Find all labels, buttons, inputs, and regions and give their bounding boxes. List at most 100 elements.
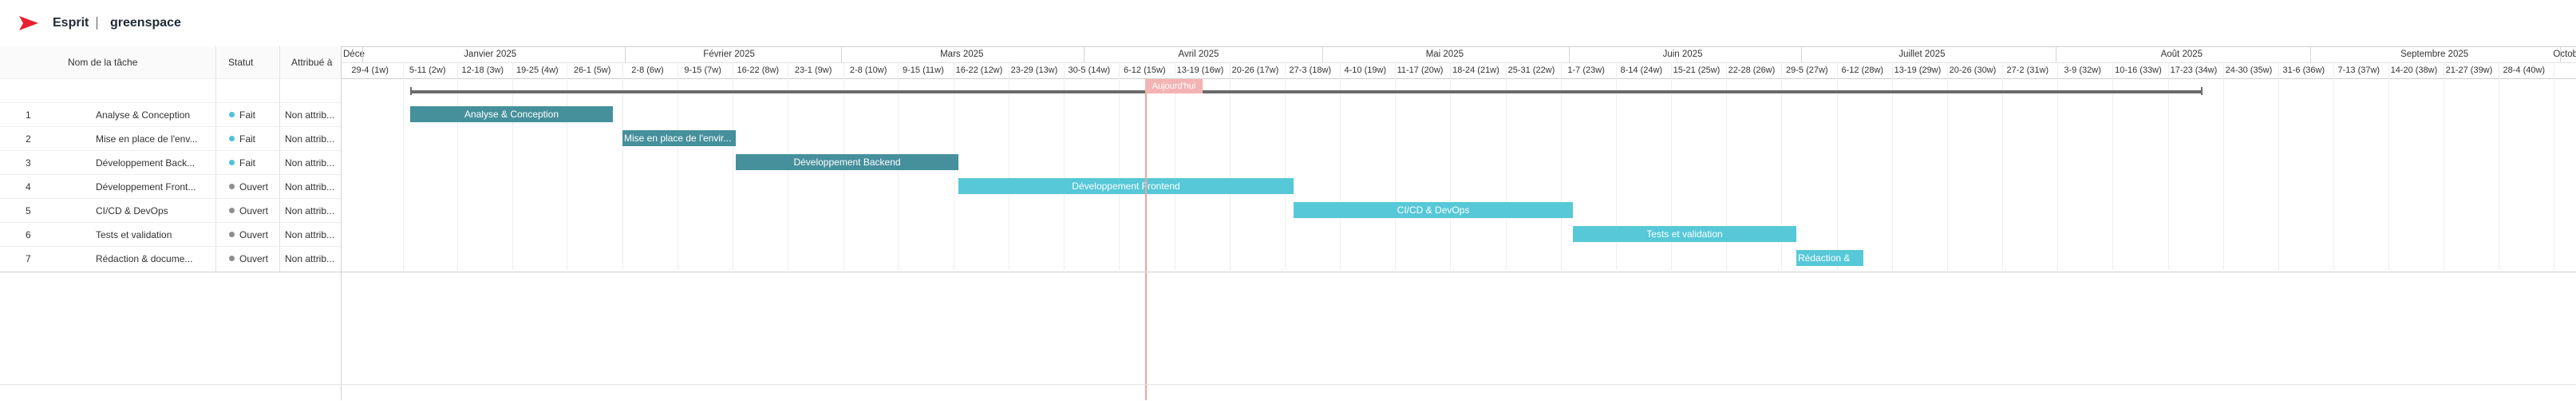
- task-assignee[interactable]: Non attrib...: [285, 181, 334, 193]
- task-status[interactable]: Fait: [229, 157, 255, 169]
- task-status[interactable]: Ouvert: [229, 253, 268, 264]
- task-assignee[interactable]: Non attrib...: [285, 133, 334, 145]
- task-bar[interactable]: Rédaction &: [1796, 250, 1863, 266]
- week-gridline: [1119, 62, 1120, 270]
- week-label: 14-20 (38w): [2390, 66, 2438, 75]
- week-gridline: [2112, 62, 2113, 270]
- month-label: Avril 2025: [1178, 50, 1219, 59]
- week-label: 21-27 (39w): [2445, 66, 2493, 75]
- week-label: 31-6 (36w): [2282, 66, 2325, 75]
- task-bar[interactable]: Tests et validation: [1573, 226, 1796, 242]
- summary-start-cap: [410, 87, 412, 95]
- task-status[interactable]: Fait: [229, 133, 255, 145]
- flag-logo-icon[interactable]: [19, 16, 38, 30]
- task-assignee[interactable]: Non attrib...: [285, 229, 334, 240]
- month-divider: [625, 46, 626, 62]
- week-label: 3-9 (32w): [2064, 66, 2101, 75]
- status-dot-icon: [229, 160, 235, 166]
- week-gridline: [1340, 62, 1341, 270]
- row-number: 1: [26, 109, 31, 121]
- column-header-status[interactable]: Statut: [228, 57, 253, 68]
- month-label: Septembre 2025: [2400, 50, 2469, 59]
- row-divider: [0, 150, 341, 151]
- week-gridline: [512, 62, 513, 270]
- month-label: Mai 2025: [1425, 50, 1464, 59]
- task-status[interactable]: Ouvert: [229, 205, 268, 216]
- task-bar[interactable]: Mise en place de l'envir...: [622, 130, 736, 146]
- task-name[interactable]: Mise en place de l'env...: [96, 133, 197, 145]
- row-divider: [0, 102, 341, 103]
- row-divider: [0, 126, 341, 127]
- week-gridline: [622, 62, 623, 270]
- week-label: 11-17 (20w): [1397, 66, 1444, 75]
- summary-end-cap: [2201, 87, 2203, 95]
- task-bar[interactable]: Développement Frontend: [958, 178, 1294, 194]
- week-label: 12-18 (3w): [461, 66, 504, 75]
- week-label: 25-31 (22w): [1507, 66, 1555, 75]
- task-name[interactable]: CI/CD & DevOps: [96, 205, 168, 216]
- task-name[interactable]: Rédaction & docume...: [96, 253, 192, 264]
- week-gridline: [1285, 62, 1286, 270]
- status-dot-icon: [229, 112, 235, 118]
- week-label: 13-19 (16w): [1176, 66, 1224, 75]
- column-divider[interactable]: [215, 46, 216, 272]
- week-label: 23-1 (9w): [794, 66, 832, 75]
- task-bar[interactable]: Analyse & Conception: [410, 106, 613, 122]
- horizontal-scrollbar[interactable]: [0, 384, 2576, 401]
- month-label: Juillet 2025: [1898, 50, 1946, 59]
- week-label: 16-22 (8w): [737, 66, 780, 75]
- task-status[interactable]: Ouvert: [229, 181, 268, 193]
- month-divider: [1322, 46, 1323, 62]
- row-divider: [0, 198, 341, 199]
- week-label: 30-5 (14w): [1068, 66, 1111, 75]
- status-label: Ouvert: [239, 229, 269, 240]
- week-gridline: [2002, 62, 2003, 270]
- week-gridline: [1947, 62, 1948, 270]
- month-label: Août 2025: [2160, 50, 2203, 59]
- task-name[interactable]: Développement Front...: [96, 181, 196, 193]
- column-header-task-name[interactable]: Nom de la tâche: [68, 57, 137, 68]
- week-label: 24-30 (35w): [2225, 66, 2273, 75]
- status-dot-icon: [229, 256, 235, 262]
- week-label: 9-15 (11w): [903, 66, 944, 75]
- task-assignee[interactable]: Non attrib...: [285, 253, 334, 264]
- month-divider: [362, 46, 363, 62]
- week-label: 4-10 (19w): [1344, 66, 1387, 75]
- task-assignee[interactable]: Non attrib...: [285, 109, 334, 121]
- month-label: Déce: [343, 50, 365, 59]
- week-label: 15-21 (25w): [1673, 66, 1721, 75]
- task-bar[interactable]: CI/CD & DevOps: [1294, 202, 1573, 218]
- project-name[interactable]: greenspace: [110, 16, 181, 30]
- brand-name[interactable]: Esprit: [53, 16, 89, 30]
- task-assignee[interactable]: Non attrib...: [285, 157, 334, 169]
- row-divider: [0, 222, 341, 223]
- week-label: 2-8 (6w): [631, 66, 664, 75]
- week-label: 1-7 (23w): [1567, 66, 1605, 75]
- week-gridline: [1230, 62, 1231, 270]
- column-header-assignee[interactable]: Attribué à: [291, 57, 332, 68]
- task-name[interactable]: Développement Back...: [96, 157, 195, 169]
- task-assignee[interactable]: Non attrib...: [285, 205, 334, 216]
- week-gridline: [1506, 62, 1507, 270]
- row-number: 6: [26, 229, 31, 240]
- top-bar: Esprit greenspace: [0, 0, 2576, 47]
- project-summary-bar[interactable]: [410, 90, 2203, 93]
- task-name[interactable]: Tests et validation: [96, 229, 172, 240]
- week-gridline: [2057, 62, 2058, 270]
- week-label: 28-4 (40w): [2503, 66, 2546, 75]
- week-label: 2-8 (10w): [849, 66, 887, 75]
- week-label: 20-26 (17w): [1231, 66, 1279, 75]
- task-status[interactable]: Fait: [229, 109, 255, 121]
- week-header: 29-4 (1w) 5-11 (2w) 12-18 (3w) 19-25 (4w) 26…: [342, 62, 2576, 79]
- week-label: 7-13 (37w): [2337, 66, 2380, 75]
- week-gridline: [2388, 62, 2389, 270]
- task-name[interactable]: Analyse & Conception: [96, 109, 190, 121]
- task-bar[interactable]: Développement Backend: [736, 154, 958, 170]
- column-divider[interactable]: [279, 46, 280, 272]
- task-status[interactable]: Ouvert: [229, 229, 268, 240]
- week-label: 18-24 (21w): [1452, 66, 1499, 75]
- status-label: Ouvert: [239, 253, 269, 264]
- status-label: Fait: [239, 133, 256, 145]
- timeline: Déce Janvier 2025 Février 2025 Mars 2025 Avr…: [342, 46, 2576, 400]
- month-divider: [1801, 46, 1802, 62]
